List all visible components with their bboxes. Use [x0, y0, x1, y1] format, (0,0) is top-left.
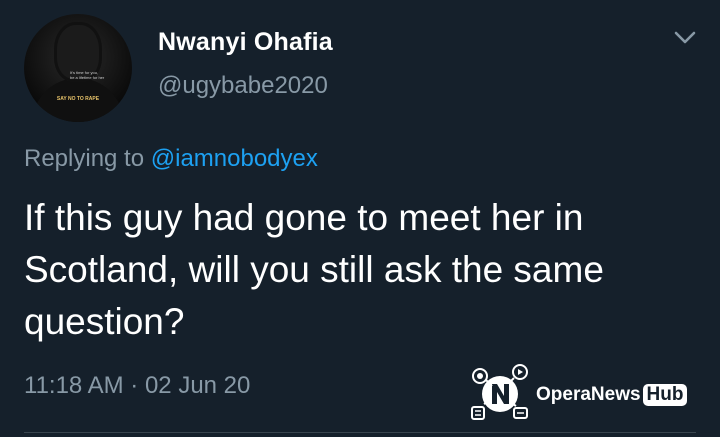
- tweet-text: If this guy had gone to meet her in Scot…: [24, 197, 604, 342]
- watermark-hub-badge: Hub: [642, 384, 688, 406]
- bottom-divider: [24, 432, 696, 433]
- opera-news-hub-watermark: OperaNews Hub: [466, 360, 710, 426]
- chevron-down-icon[interactable]: [672, 28, 698, 48]
- tweet-timestamp[interactable]: 11:18 AM · 02 Jun 20: [24, 372, 250, 400]
- reply-context: Replying to @iamnobodyex: [24, 145, 318, 173]
- watermark-text: OperaNews Hub: [536, 384, 688, 406]
- opera-news-logo-icon: [471, 364, 528, 420]
- reply-mention-link[interactable]: @iamnobodyex: [151, 145, 318, 172]
- author-display-name[interactable]: Nwanyi Ohafia: [158, 28, 333, 57]
- watermark-brand: OperaNews: [536, 384, 641, 405]
- tweet: It's time for you, be a lifetime for her…: [0, 0, 720, 437]
- avatar-shirt-text: It's time for you, be a lifetime for her: [70, 70, 105, 80]
- avatar[interactable]: It's time for you, be a lifetime for her…: [24, 14, 132, 122]
- avatar-badge-text: SAY NO TO RAPE: [56, 96, 100, 102]
- reply-prefix: Replying to: [24, 145, 145, 172]
- author-handle[interactable]: @ugybabe2020: [158, 72, 328, 100]
